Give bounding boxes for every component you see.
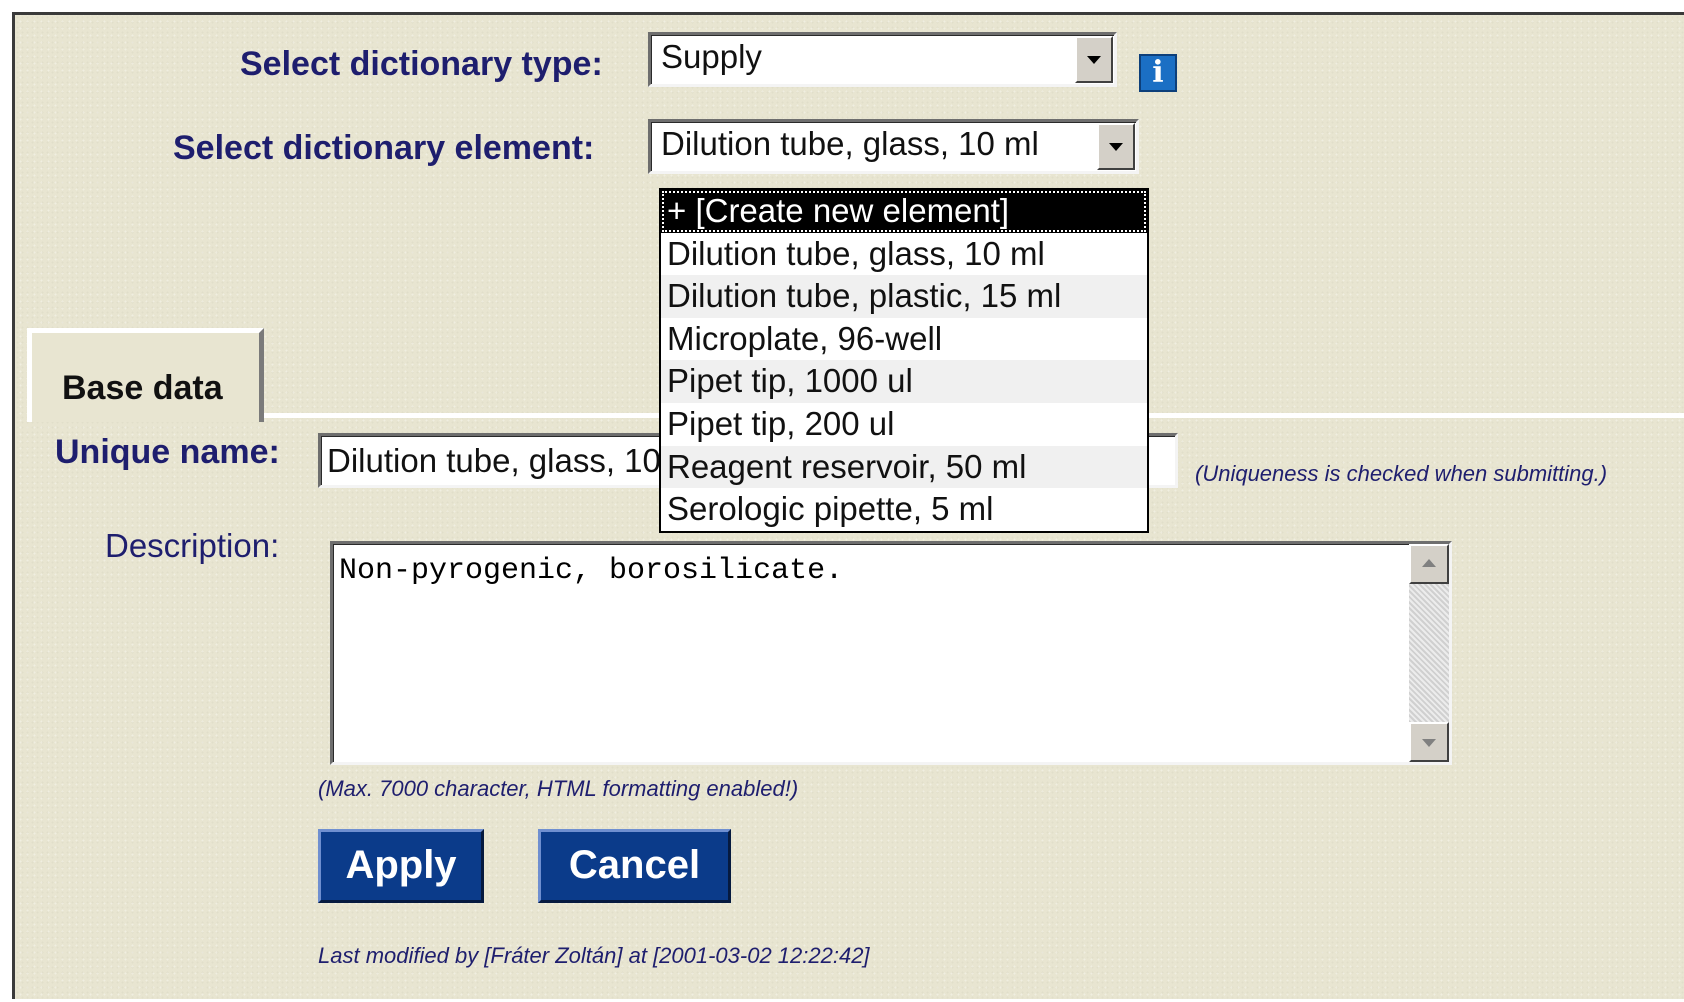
scroll-up-icon[interactable] — [1409, 544, 1449, 584]
apply-button[interactable]: Apply — [318, 829, 484, 903]
dropdown-option[interactable]: Dilution tube, glass, 10 ml — [661, 233, 1147, 276]
dictionary-element-label: Select dictionary element: — [173, 129, 595, 167]
dictionary-type-label: Select dictionary type: — [240, 45, 603, 83]
dictionary-type-value: Supply — [661, 38, 762, 75]
dictionary-element-value: Dilution tube, glass, 10 ml — [661, 125, 1039, 162]
description-label: Description: — [105, 527, 280, 564]
scroll-down-icon[interactable] — [1409, 722, 1449, 762]
dropdown-option[interactable]: Dilution tube, plastic, 15 ml — [661, 275, 1147, 318]
dropdown-option-create-new[interactable]: + [Create new element] — [661, 190, 1147, 233]
chevron-down-icon[interactable] — [1097, 123, 1135, 170]
dropdown-option[interactable]: Microplate, 96-well — [661, 318, 1147, 361]
unique-name-label: Unique name: — [55, 433, 280, 471]
description-textarea[interactable]: Non-pyrogenic, borosilicate. — [330, 541, 1452, 765]
cancel-button[interactable]: Cancel — [538, 829, 731, 903]
description-note: (Max. 7000 character, HTML formatting en… — [318, 776, 799, 801]
info-icon[interactable]: i — [1139, 54, 1177, 92]
dropdown-option[interactable]: Serologic pipette, 5 ml — [661, 488, 1147, 531]
description-text: Non-pyrogenic, borosilicate. — [339, 554, 844, 588]
dictionary-element-dropdown-list[interactable]: + [Create new element] Dilution tube, gl… — [659, 188, 1149, 533]
dictionary-type-select[interactable]: Supply — [648, 32, 1117, 87]
description-scrollbar[interactable] — [1409, 544, 1449, 762]
tab-base-data[interactable]: Base data — [27, 328, 264, 422]
dictionary-element-select[interactable]: Dilution tube, glass, 10 ml — [648, 119, 1139, 174]
dropdown-option[interactable]: Pipet tip, 1000 ul — [661, 360, 1147, 403]
dropdown-option[interactable]: Reagent reservoir, 50 ml — [661, 445, 1147, 489]
tab-label: Base data — [62, 369, 223, 407]
dictionary-editor-window: Select dictionary type: Supply i Select … — [12, 12, 1684, 999]
chevron-down-icon[interactable] — [1075, 36, 1113, 83]
uniqueness-note: (Uniqueness is checked when submitting.) — [1195, 461, 1608, 486]
last-modified-text: Last modified by [Fráter Zoltán] at [200… — [318, 943, 870, 968]
dropdown-option[interactable]: Pipet tip, 200 ul — [661, 403, 1147, 446]
